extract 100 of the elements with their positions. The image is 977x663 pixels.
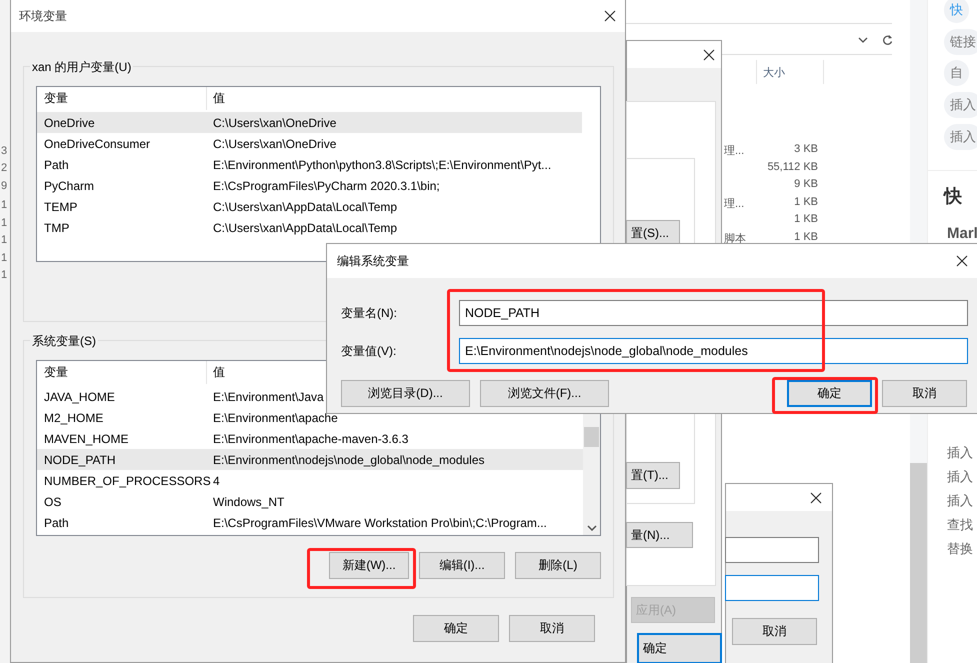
cancel-button[interactable]: 取消 (732, 618, 817, 645)
section-subheading: Marl (947, 225, 977, 242)
dialog-button[interactable]: 量(N)... (626, 522, 693, 548)
dialog-button[interactable]: 编辑(I)... (419, 552, 505, 579)
column-header[interactable]: 变量 (37, 87, 207, 110)
table-cell-text: E:\CsProgramFiles\PyCharm 2020.3.1\bin; (212, 178, 440, 194)
file-size-text: 1 KB (794, 213, 818, 227)
table-cell-text: Path (43, 514, 70, 532)
tag-chip[interactable]: 插入 (944, 92, 977, 118)
section-heading: 快 (944, 185, 962, 208)
file-size-text: 1 KB (794, 231, 818, 245)
close-icon[interactable] (956, 255, 968, 267)
file-list-text: 1 (1, 199, 8, 211)
table-cell-text: C:\Users\xan\AppData\Local\Temp (212, 198, 398, 216)
chevron-down-icon[interactable] (858, 37, 868, 44)
list-row[interactable]: OneDriveConsumer C:\Users\xan\OneDrive (37, 133, 582, 154)
file-type-text: 脚本 (724, 232, 746, 247)
table-cell-text: Windows_NT (212, 494, 284, 510)
dialog-button[interactable]: 取消 (509, 615, 595, 642)
input-field[interactable] (725, 575, 819, 601)
file-type-text: 理... (724, 144, 744, 159)
dialog-button[interactable]: 浏览目录(D)... (341, 380, 470, 407)
file-list-text: 1 (1, 217, 8, 229)
file-list-text: 3 (1, 145, 8, 157)
dialog-button[interactable]: 确定 (787, 380, 872, 407)
table-cell-text: OS (43, 494, 62, 510)
table-cell-text: E:\CsProgramFiles\VMware Workstation Pro\bin\;C:\Program... (212, 514, 547, 532)
table-cell-text: NODE_PATH (43, 452, 117, 468)
input-field[interactable] (725, 537, 819, 563)
table-cell-text: PyCharm (43, 178, 96, 194)
file-size-text: 3 KB (794, 143, 818, 157)
table-cell-text: Path (43, 156, 70, 174)
file-list-text: 1 (1, 269, 8, 281)
table-cell-text: E:\Environment\apache (212, 410, 338, 426)
group-label: xan 的用户变量(U) (30, 59, 134, 75)
table-cell-text: C:\Users\xan\OneDrive (212, 114, 336, 132)
column-header[interactable]: 变量 (37, 361, 207, 384)
column-header[interactable]: 值 (207, 361, 225, 384)
table-cell-text: M2_HOME (43, 410, 104, 426)
input-field[interactable]: NODE_PATH (459, 300, 968, 326)
field-label: 变量值(V): (341, 342, 398, 360)
refresh-icon[interactable] (882, 34, 893, 46)
scrollbar-thumb[interactable] (584, 427, 599, 447)
table-cell-text: OneDriveConsumer (43, 136, 152, 152)
file-size-text: 55,112 KB (767, 161, 818, 175)
file-list-text: 2 (1, 162, 8, 174)
tag-chip[interactable]: 自 (944, 60, 969, 86)
menu-item[interactable]: 替换 (947, 540, 973, 558)
dialog-button[interactable]: 取消 (882, 380, 967, 407)
table-cell-text: OneDrive (43, 114, 96, 132)
file-type-text: 理... (724, 197, 744, 212)
group-label: 系统变量(S) (30, 333, 98, 349)
list-row[interactable]: TMP C:\Users\xan\AppData\Local\Temp (37, 217, 582, 238)
table-cell-text: E:\Environment\Python\python3.8\Scripts\;E:\Environment\Pyt... (212, 156, 552, 174)
list-row[interactable]: NODE_PATH E:\Environment\nodejs\node_global\node_modules (37, 449, 583, 470)
dialog-button[interactable]: 确定 (637, 633, 722, 663)
menu-item[interactable]: 插入 (947, 468, 973, 486)
table-cell-text: C:\Users\xan\OneDrive (212, 136, 336, 152)
dialog-button[interactable]: 置(T)... (626, 462, 680, 489)
list-row[interactable]: PyCharm E:\CsProgramFiles\PyCharm 2020.3.1\bin; (37, 175, 582, 196)
field-label: 变量名(N): (341, 304, 398, 322)
chevron-down-icon[interactable] (587, 525, 597, 531)
input-field[interactable]: E:\Environment\nodejs\node_global\node_modules (459, 338, 968, 364)
table-cell-text: E:\Environment\Java (212, 388, 324, 406)
table-cell-text: E:\Environment\nodejs\node_global\node_modules (212, 452, 485, 468)
file-list-text: 9 (1, 180, 8, 192)
file-size-text: 1 KB (794, 196, 818, 210)
list-row[interactable]: Path E:\Environment\Python\python3.8\Scripts\;E:\Environment\Pyt... (37, 154, 582, 175)
list-row[interactable]: OneDrive C:\Users\xan\OneDrive (37, 112, 582, 133)
close-icon[interactable] (703, 48, 715, 60)
dialog-button[interactable]: 浏览文件(F)... (480, 380, 609, 407)
scrollbar-thumb[interactable] (910, 463, 927, 663)
dialog-button[interactable]: 删除(L) (515, 552, 601, 579)
table-cell-text: MAVEN_HOME (43, 430, 130, 448)
list-row[interactable]: TEMP C:\Users\xan\AppData\Local\Temp (37, 196, 582, 217)
column-header[interactable]: 值 (207, 87, 225, 110)
menu-item[interactable]: 插入 (947, 492, 973, 510)
menu-item[interactable]: 插入 (947, 444, 973, 462)
table-cell-text: C:\Users\xan\AppData\Local\Temp (212, 220, 398, 236)
window-title: 编辑系统变量 (337, 252, 409, 270)
list-row[interactable]: NUMBER_OF_PROCESSORS 4 (37, 470, 583, 491)
table-cell-text: 4 (212, 472, 220, 490)
file-list-text: 1 (1, 234, 8, 246)
table-cell-text: TEMP (43, 198, 78, 216)
table-cell-text: TMP (43, 220, 70, 236)
list-row[interactable]: OS Windows_NT (37, 491, 583, 512)
close-icon[interactable] (810, 492, 822, 504)
column-header[interactable]: 大小 (756, 60, 824, 84)
tag-chip[interactable]: 链接 (944, 29, 977, 55)
dialog-button[interactable]: 确定 (413, 615, 499, 642)
window-title: 环境变量 (19, 8, 67, 24)
close-icon[interactable] (604, 10, 616, 22)
menu-item[interactable]: 查找 (947, 516, 973, 534)
list-row[interactable]: MAVEN_HOME E:\Environment\apache-maven-3.6.3 (37, 428, 583, 449)
table-cell-text: E:\Environment\apache-maven-3.6.3 (212, 430, 408, 448)
list-row[interactable]: Path E:\CsProgramFiles\VMware Workstation Pro\bin\;C:\Program... (37, 512, 583, 533)
table-cell-text: JAVA_HOME (43, 388, 116, 406)
tag-chip[interactable]: 插入 (944, 124, 977, 150)
file-size-text: 9 KB (794, 178, 818, 192)
dialog-button[interactable]: 新建(W)... (329, 552, 409, 579)
